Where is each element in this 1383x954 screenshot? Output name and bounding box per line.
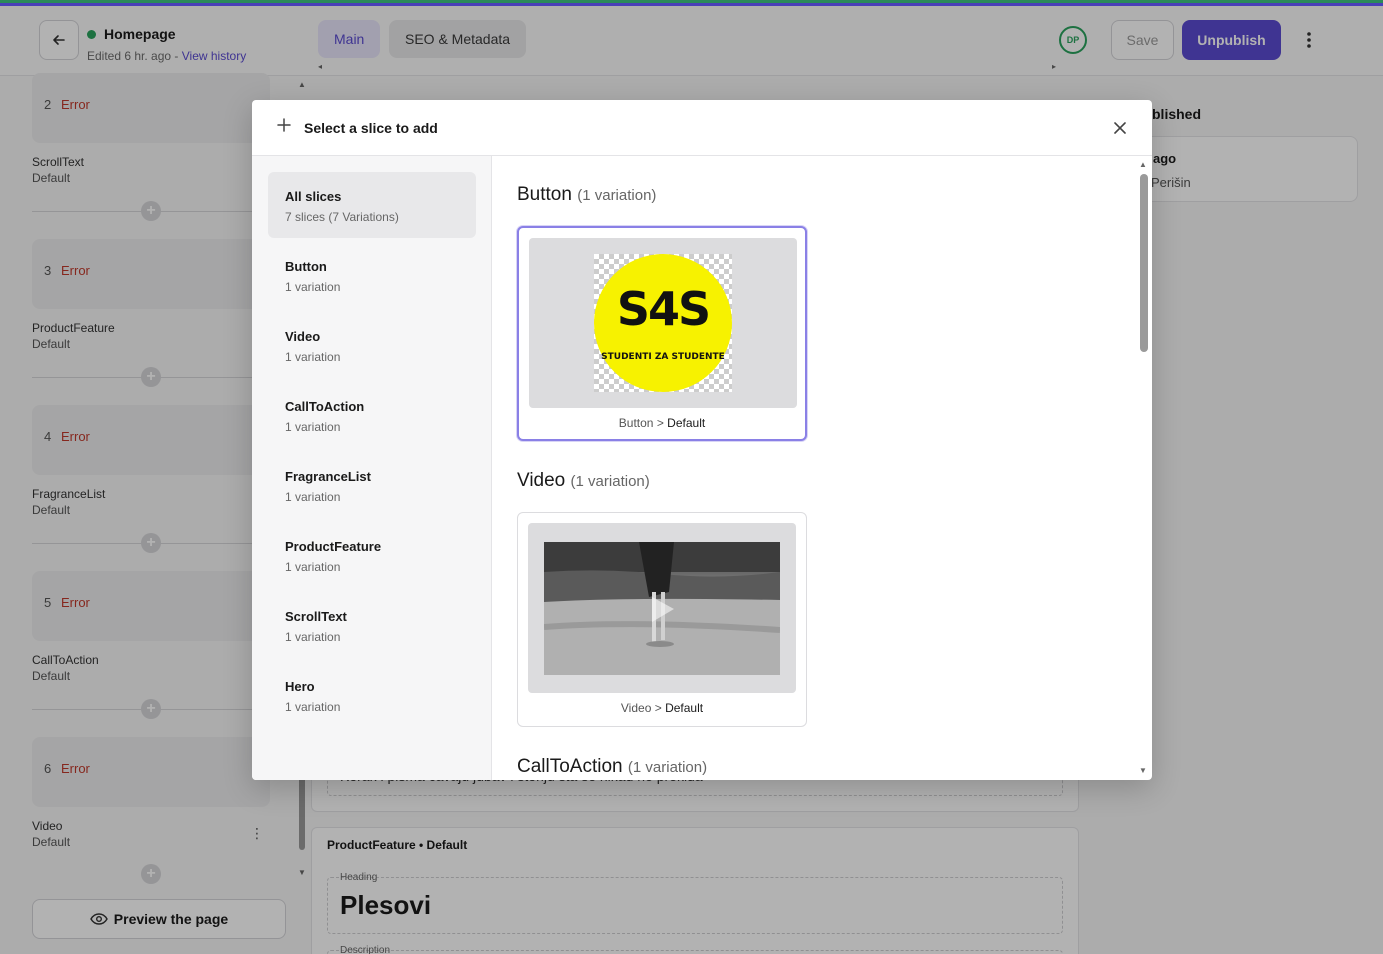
sidebar-item-label: CallToAction [285, 399, 365, 414]
modal-scroll-down-icon[interactable]: ▼ [1139, 766, 1147, 775]
sidebar-item-label: Video [285, 329, 321, 344]
sidebar-item-label: ProductFeature [285, 539, 382, 554]
sidebar-item-sub: 1 variation [285, 490, 341, 504]
sidebar-item-sub: 1 variation [285, 700, 341, 714]
sidebar-item-sub: 1 variation [285, 560, 341, 574]
s4s-logo: S4S STUDENTI ZA STUDENTE [594, 254, 732, 392]
section-title-calltoaction: CallToAction (1 variation) [517, 756, 708, 777]
sidebar-item-label: Hero [285, 679, 315, 694]
slice-gallery: Button (1 variation) S4S STUDENTI ZA STU… [493, 156, 1152, 780]
video-scene [544, 542, 780, 675]
sidebar-item-label: ScrollText [285, 609, 347, 624]
sidebar-item-scrolltext[interactable]: ScrollText 1 variation [268, 592, 476, 658]
sidebar-item-label: Button [285, 259, 327, 274]
sidebar-item-productfeature[interactable]: ProductFeature 1 variation [268, 522, 476, 588]
variation-preview: S4S STUDENTI ZA STUDENTE [529, 238, 797, 408]
video-thumbnail [544, 542, 780, 675]
modal-scrollbar[interactable] [1140, 174, 1148, 352]
sidebar-item-button[interactable]: Button 1 variation [268, 242, 476, 308]
sidebar-item-sub: 1 variation [285, 280, 341, 294]
sidebar-item-sub: 1 variation [285, 350, 341, 364]
select-slice-modal: Select a slice to add All slices 7 slice… [252, 100, 1152, 780]
sidebar-item-fragrancelist[interactable]: FragranceList 1 variation [268, 452, 476, 518]
sidebar-item-sub: 1 variation [285, 420, 341, 434]
modal-scroll-up-icon[interactable]: ▲ [1139, 160, 1147, 169]
sidebar-item-label: All slices [285, 189, 342, 204]
section-title-video: Video (1 variation) [517, 470, 650, 491]
top-accent-line [0, 0, 1383, 6]
sidebar-item-all-slices[interactable]: All slices 7 slices (7 Variations) [268, 172, 476, 238]
sidebar-item-sub: 1 variation [285, 630, 341, 644]
slice-filter-sidebar: All slices 7 slices (7 Variations) Butto… [252, 156, 492, 780]
variation-card-video-default[interactable]: Video > Default [517, 512, 807, 727]
sidebar-item-calltoaction[interactable]: CallToAction 1 variation [268, 382, 476, 448]
sidebar-item-hero[interactable]: Hero 1 variation [268, 662, 476, 728]
transparent-background: S4S STUDENTI ZA STUDENTE [594, 254, 732, 392]
modal-title: Select a slice to add [304, 120, 438, 136]
variation-preview [528, 523, 796, 693]
variation-label: Button > Default [618, 416, 706, 430]
sidebar-item-label: FragranceList [285, 469, 371, 484]
variation-card-button-default[interactable]: S4S STUDENTI ZA STUDENTE Button > Defaul… [517, 226, 807, 441]
plus-icon [277, 118, 291, 132]
section-title-button: Button (1 variation) [517, 184, 657, 205]
close-icon[interactable] [1110, 118, 1130, 138]
sidebar-item-sub: 7 slices (7 Variations) [285, 210, 399, 224]
sidebar-item-video[interactable]: Video 1 variation [268, 312, 476, 378]
variation-label: Video > Default [620, 701, 704, 715]
modal-header: Select a slice to add [252, 100, 1152, 156]
